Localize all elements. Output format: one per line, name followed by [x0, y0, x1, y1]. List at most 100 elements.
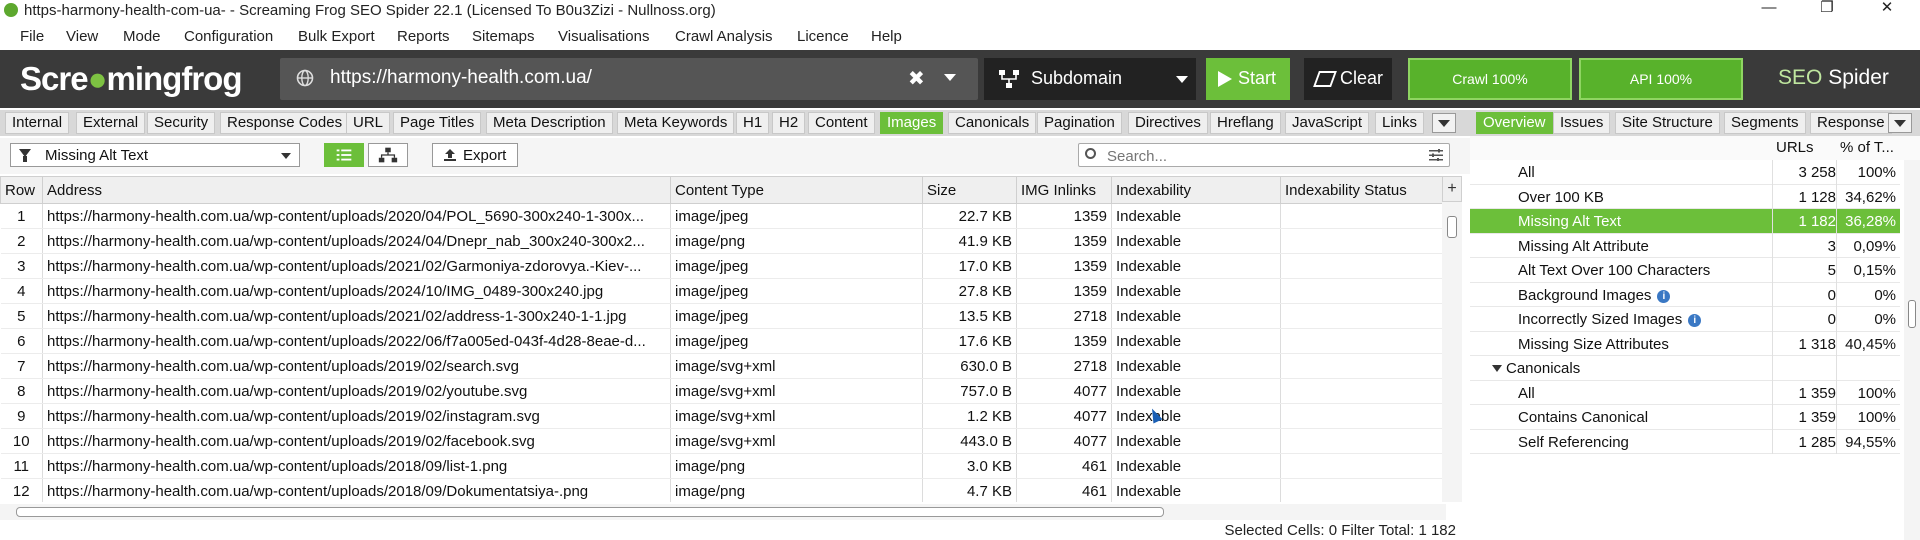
tab-internal[interactable]: Internal	[5, 112, 70, 134]
overview-scrollbar[interactable]	[1904, 160, 1920, 540]
menu-bulk-export[interactable]: Bulk Export	[298, 28, 375, 45]
tab-content[interactable]: Content	[808, 112, 875, 134]
cell-row[interactable]: 2	[0, 228, 43, 254]
export-button[interactable]: Export	[432, 143, 518, 167]
menu-sitemaps[interactable]: Sitemaps	[472, 28, 535, 45]
url-input[interactable]: https://harmony-health.com.ua/	[330, 67, 592, 89]
caret-down-icon[interactable]	[1492, 365, 1502, 372]
tab-issues[interactable]: Issues	[1553, 112, 1611, 134]
cell-row[interactable]: 9	[0, 403, 43, 429]
cell-indexability[interactable]: Indexable	[1111, 228, 1281, 254]
search-options-icon[interactable]	[1429, 149, 1443, 161]
tab-security[interactable]: Security	[147, 112, 216, 134]
tab-directives[interactable]: Directives	[1128, 112, 1208, 134]
cell-indexability-status[interactable]	[1280, 403, 1446, 429]
column-header-size[interactable]: Size	[922, 176, 1017, 204]
overview-row[interactable]: All 1 359 100%	[1470, 380, 1900, 405]
tab-h2[interactable]: H2	[772, 112, 806, 134]
cell-img-inlinks[interactable]: 4077	[1016, 403, 1112, 429]
column-header-img-inlinks[interactable]: IMG Inlinks	[1016, 176, 1112, 204]
cell-size[interactable]: 41.9 KB	[922, 228, 1017, 254]
menu-licence[interactable]: Licence	[797, 28, 849, 45]
more-right-tabs-button[interactable]	[1888, 113, 1912, 133]
cell-indexability[interactable]: Indexable	[1111, 378, 1281, 404]
tab-images[interactable]: Images	[880, 112, 944, 134]
overview-row[interactable]: Background Images i 0 0%	[1470, 282, 1900, 307]
cell-row[interactable]: 10	[0, 428, 43, 454]
column-header-indexability-status[interactable]: Indexability Status	[1280, 176, 1446, 204]
cell-img-inlinks[interactable]: 1359	[1016, 278, 1112, 304]
search-input[interactable]	[1105, 146, 1409, 166]
cell-indexability[interactable]: Indexable	[1111, 453, 1281, 479]
clear-button[interactable]: Clear	[1304, 58, 1392, 100]
cell-indexability[interactable]: Indexable	[1111, 203, 1281, 229]
cell-content-type[interactable]: image/png	[670, 478, 923, 502]
cell-content-type[interactable]: image/jpeg	[670, 328, 923, 354]
cell-address[interactable]: https://harmony-health.com.ua/wp-content…	[42, 453, 671, 479]
cell-indexability-status[interactable]	[1280, 328, 1446, 354]
cell-indexability-status[interactable]	[1280, 228, 1446, 254]
table-row[interactable]: 8 https://harmony-health.com.ua/wp-conten…	[0, 378, 1446, 404]
overview-group[interactable]: Canonicals	[1470, 356, 1900, 381]
tab-javascript[interactable]: JavaScript	[1285, 112, 1370, 134]
cell-size[interactable]: 17.0 KB	[922, 253, 1017, 279]
cell-indexability-status[interactable]	[1280, 278, 1446, 304]
column-header-indexability[interactable]: Indexability	[1111, 176, 1281, 204]
table-row[interactable]: 11 https://harmony-health.com.ua/wp-conte…	[0, 453, 1446, 479]
cell-row[interactable]: 12	[0, 478, 43, 502]
cell-content-type[interactable]: image/png	[670, 228, 923, 254]
overview-row[interactable]: Incorrectly Sized Images i 0 0%	[1470, 307, 1900, 332]
tab-meta-description[interactable]: Meta Description	[486, 112, 613, 134]
table-row[interactable]: 4 https://harmony-health.com.ua/wp-conten…	[0, 278, 1446, 304]
cell-indexability-status[interactable]	[1280, 478, 1446, 502]
table-row[interactable]: 3 https://harmony-health.com.ua/wp-conten…	[0, 253, 1446, 279]
cell-img-inlinks[interactable]: 2718	[1016, 353, 1112, 379]
cell-indexability-status[interactable]	[1280, 428, 1446, 454]
cell-address[interactable]: https://harmony-health.com.ua/wp-content…	[42, 403, 671, 429]
search-box[interactable]	[1078, 143, 1450, 167]
cell-size[interactable]: 443.0 B	[922, 428, 1017, 454]
add-column-button[interactable]: +	[1442, 176, 1462, 202]
cell-img-inlinks[interactable]: 461	[1016, 478, 1112, 502]
menu-mode[interactable]: Mode	[123, 28, 161, 45]
menu-view[interactable]: View	[66, 28, 98, 45]
tab-site-structure[interactable]: Site Structure	[1615, 112, 1720, 134]
cell-indexability[interactable]: Indexable	[1111, 478, 1281, 502]
table-row[interactable]: 6 https://harmony-health.com.ua/wp-conten…	[0, 328, 1446, 354]
table-row[interactable]: 5 https://harmony-health.com.ua/wp-conten…	[0, 303, 1446, 329]
cell-row[interactable]: 4	[0, 278, 43, 304]
cell-img-inlinks[interactable]: 2718	[1016, 303, 1112, 329]
cell-address[interactable]: https://harmony-health.com.ua/wp-content…	[42, 428, 671, 454]
cell-content-type[interactable]: image/svg+xml	[670, 378, 923, 404]
cell-address[interactable]: https://harmony-health.com.ua/wp-content…	[42, 228, 671, 254]
overview-row[interactable]: Over 100 KB 1 128 34,62%	[1470, 184, 1900, 209]
cell-content-type[interactable]: image/svg+xml	[670, 353, 923, 379]
cell-address[interactable]: https://harmony-health.com.ua/wp-content…	[42, 253, 671, 279]
cell-indexability[interactable]: Indexable	[1111, 253, 1281, 279]
cell-content-type[interactable]: image/svg+xml	[670, 403, 923, 429]
close-window-button[interactable]: ✕	[1864, 0, 1910, 22]
tab-response-codes[interactable]: Response Codes	[220, 112, 350, 134]
overview-row[interactable]: Alt Text Over 100 Characters 5 0,15%	[1470, 258, 1900, 283]
minimize-button[interactable]: —	[1746, 0, 1792, 22]
cell-address[interactable]: https://harmony-health.com.ua/wp-content…	[42, 353, 671, 379]
url-history-dropdown-icon[interactable]	[944, 74, 956, 81]
menu-visualisations[interactable]: Visualisations	[558, 28, 649, 45]
overview-row[interactable]: Contains Canonical 1 359 100%	[1470, 405, 1900, 430]
list-view-button[interactable]	[324, 143, 364, 167]
cell-indexability-status[interactable]	[1280, 253, 1446, 279]
cell-size[interactable]: 22.7 KB	[922, 203, 1017, 229]
menu-file[interactable]: File	[20, 28, 44, 45]
cell-indexability[interactable]: Indexable	[1111, 428, 1281, 454]
cell-size[interactable]: 13.5 KB	[922, 303, 1017, 329]
tab-overview[interactable]: Overview	[1476, 112, 1553, 134]
tab-url[interactable]: URL	[346, 112, 391, 134]
cell-content-type[interactable]: image/jpeg	[670, 278, 923, 304]
start-button[interactable]: Start	[1206, 58, 1290, 100]
menu-crawl-analysis[interactable]: Crawl Analysis	[675, 28, 773, 45]
cell-address[interactable]: https://harmony-health.com.ua/wp-content…	[42, 478, 671, 502]
cell-indexability-status[interactable]	[1280, 378, 1446, 404]
cell-img-inlinks[interactable]: 4077	[1016, 378, 1112, 404]
cell-address[interactable]: https://harmony-health.com.ua/wp-content…	[42, 278, 671, 304]
tab-meta-keywords[interactable]: Meta Keywords	[617, 112, 735, 134]
